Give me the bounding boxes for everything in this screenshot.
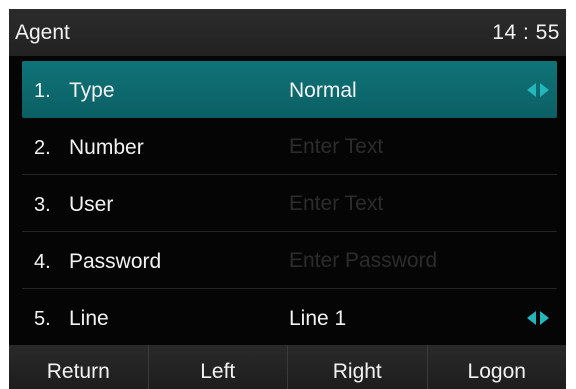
user-field[interactable]: [284, 188, 544, 220]
type-row[interactable]: 1. Type Normal: [22, 61, 557, 118]
type-selector-arrows[interactable]: [527, 80, 551, 100]
left-softkey[interactable]: Left: [149, 345, 288, 389]
logon-softkey[interactable]: Logon: [428, 345, 567, 389]
title-bar: Agent 14 : 55: [9, 9, 566, 56]
return-softkey[interactable]: Return: [9, 345, 149, 389]
line-label: Line: [69, 307, 109, 330]
number-field[interactable]: [284, 131, 544, 163]
line-selector-arrows[interactable]: [527, 308, 551, 328]
type-value[interactable]: Normal: [289, 79, 357, 103]
phone-bezel: Agent 14 : 55 1. Type Normal 2. Number 3…: [0, 0, 576, 389]
form-list: 1. Type Normal 2. Number 3. User 4.: [22, 61, 557, 346]
number-label: Number: [69, 136, 144, 159]
line-row[interactable]: 5. Line Line 1: [22, 289, 557, 346]
clock: 14 : 55: [492, 21, 560, 44]
row-number: 2.: [34, 137, 51, 159]
password-label: Password: [69, 250, 162, 273]
phone-screen: Agent 14 : 55 1. Type Normal 2. Number 3…: [9, 9, 566, 389]
row-number: 3.: [34, 194, 51, 216]
arrow-left-icon[interactable]: [527, 311, 536, 325]
arrow-left-icon[interactable]: [527, 83, 536, 97]
password-field[interactable]: [284, 245, 544, 277]
row-number: 4.: [34, 251, 51, 273]
page-title: Agent: [15, 21, 70, 44]
number-row[interactable]: 2. Number: [22, 118, 557, 175]
arrow-right-icon[interactable]: [540, 311, 549, 325]
arrow-right-icon[interactable]: [540, 83, 549, 97]
line-value[interactable]: Line 1: [289, 307, 346, 331]
type-label: Type: [69, 79, 115, 102]
user-label: User: [69, 193, 114, 216]
user-row[interactable]: 3. User: [22, 175, 557, 232]
softkey-bar: Return Left Right Logon: [9, 345, 566, 389]
row-number: 1.: [34, 80, 51, 102]
row-number: 5.: [34, 308, 51, 330]
right-softkey[interactable]: Right: [288, 345, 428, 389]
password-row[interactable]: 4. Password: [22, 232, 557, 289]
